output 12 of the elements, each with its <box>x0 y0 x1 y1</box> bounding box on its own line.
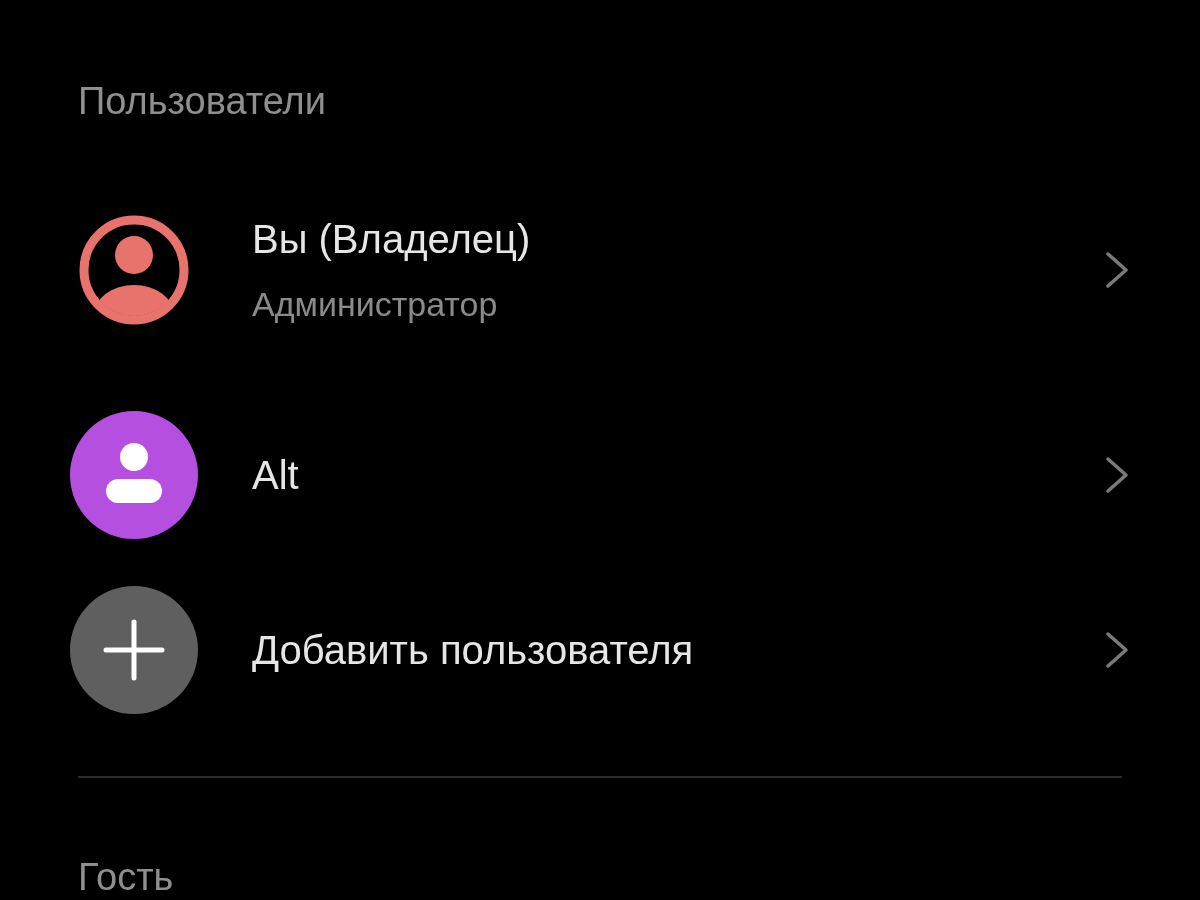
user-list-item[interactable]: Alt <box>0 390 1200 560</box>
item-title: Добавить пользователя <box>252 627 695 674</box>
chevron-icon <box>1104 455 1130 495</box>
chevron-icon <box>1104 630 1130 670</box>
section-header: Пользователи <box>77 79 328 124</box>
user-list-item[interactable]: Добавить пользователя <box>0 565 1200 735</box>
user-list-item[interactable]: Вы (Владелец) Администратор <box>0 180 1200 360</box>
chevron-icon <box>1104 250 1130 290</box>
section-header: Гость <box>77 855 175 900</box>
item-title: Вы (Владелец) <box>252 216 532 263</box>
item-subtitle: Администратор <box>252 284 499 325</box>
item-title: Alt <box>252 452 300 499</box>
